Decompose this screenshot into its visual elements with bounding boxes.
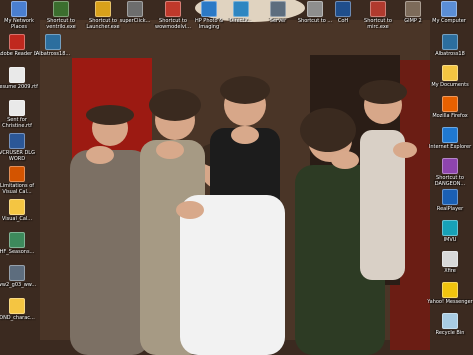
albatross-icon xyxy=(442,34,458,50)
desktop-icon-label: Sent for Christine.rtf xyxy=(2,117,32,129)
desktop-icon-label: Shortcut to DANGEON... xyxy=(434,175,466,187)
firefox-icon xyxy=(442,96,458,112)
adobe-reader-icon xyxy=(9,34,25,50)
desktop-icon-yahoo-messenger[interactable]: Yahoo! Messenger xyxy=(427,282,473,305)
desktop-icon-label: ww2_g03_ww... xyxy=(0,282,37,288)
my-computer-icon xyxy=(441,1,457,17)
desktop-icon-label: Recycle Bin xyxy=(435,330,465,336)
desktop-icon-label: Yahoo! Messenger xyxy=(427,299,473,305)
mirc-icon xyxy=(370,1,386,17)
desktop-icon-network-places[interactable]: My Network Places xyxy=(0,1,42,30)
desktop-icon-xfire[interactable]: Xfire xyxy=(427,251,473,274)
desktop-icon-word-document[interactable]: VCRUSER DLG WORD xyxy=(0,133,40,162)
desktop-icon-label: Albatross18 xyxy=(435,51,465,57)
desktop-icon-folder[interactable]: Visual_Cal... xyxy=(0,199,40,222)
dungeon-icon xyxy=(442,158,458,174)
desktop-icon-dungeon[interactable]: Shortcut to DANGEON... xyxy=(427,158,473,187)
desktop-icon-firefox[interactable]: Mozilla Firefox xyxy=(427,96,473,119)
desktop-icon-imvu[interactable]: IMVU xyxy=(427,220,473,243)
recycle-bin-icon xyxy=(442,313,458,329)
desktop-icon-label: Shortcut to ventrilo.exe xyxy=(46,18,76,30)
yahoo-messenger-icon xyxy=(442,282,458,298)
desktop-icon-label: Resume 2009.rtf xyxy=(0,84,38,90)
desktop-icon-label: RealPlayer xyxy=(436,206,464,212)
desktop-icon-label: My Computer xyxy=(432,18,466,24)
realplayer-icon xyxy=(442,189,458,205)
desktop-icon-label: Visual_Cal... xyxy=(1,216,33,222)
desktop-icon-ventrilo[interactable]: Shortcut to ventrilo.exe xyxy=(38,1,84,30)
desktop-icon-image[interactable]: HF_Seasons... xyxy=(0,232,40,255)
desktop-icon-label: My Network Places xyxy=(4,18,34,30)
desktop-icon-label: Internet Explorer xyxy=(428,144,472,150)
desktop-icon-label: DND_charac... xyxy=(0,315,35,321)
desktop-icon-rtf-document[interactable]: Resume 2009.rtf xyxy=(0,67,40,90)
document-icon xyxy=(9,166,25,182)
superclick-icon xyxy=(127,1,143,17)
gimp-icon xyxy=(405,1,421,17)
desktop-icon-label: Limitations of Visual Cal... xyxy=(0,183,35,195)
server-icon xyxy=(270,1,286,17)
desktop-icon-document[interactable]: Limitations of Visual Cal... xyxy=(0,166,40,195)
imvu-icon xyxy=(442,220,458,236)
desktop-icon-label: VCRUSER DLG WORD xyxy=(0,150,35,162)
desktop-icon-label: HF_Seasons... xyxy=(0,249,35,255)
desktop-icon-label: My Documents xyxy=(431,82,469,88)
desktop-icon-my-documents[interactable]: My Documents xyxy=(427,65,473,88)
my-documents-icon xyxy=(442,65,458,81)
ventrilo-icon xyxy=(53,1,69,17)
wowmodelviewer-icon xyxy=(165,1,181,17)
directx-icon xyxy=(233,1,249,17)
desktop-icon-albatross[interactable]: Albatross18... xyxy=(30,34,76,57)
folder-icon xyxy=(9,199,25,215)
xfire-icon xyxy=(442,251,458,267)
desktop-icon-internet-explorer[interactable]: Internet Explorer xyxy=(427,127,473,150)
desktop-icon-label: Xfire xyxy=(444,268,456,274)
desktop-icon-file[interactable]: ww2_g03_ww... xyxy=(0,265,40,288)
desktop-icon-label: IMVU xyxy=(443,237,457,243)
desktop-icon-recycle-bin[interactable]: Recycle Bin xyxy=(427,313,473,336)
file-icon xyxy=(9,265,25,281)
image-icon xyxy=(9,232,25,248)
network-places-icon xyxy=(11,1,27,17)
internet-explorer-icon xyxy=(442,127,458,143)
rtf-document-icon xyxy=(9,67,25,83)
word-document-icon xyxy=(9,133,25,149)
desktop-icon-rtf-document[interactable]: Sent for Christine.rtf xyxy=(0,100,40,129)
coh-icon xyxy=(335,1,351,17)
desktop-icon-albatross[interactable]: Albatross18 xyxy=(427,34,473,57)
desktop-icon-label: Albatross18... xyxy=(35,51,71,57)
desktop-icon-realplayer[interactable]: RealPlayer xyxy=(427,189,473,212)
folder-icon xyxy=(9,298,25,314)
desktop-icon-label: Mozilla Firefox xyxy=(432,113,468,119)
albatross-icon xyxy=(45,34,61,50)
hp-photo-icon xyxy=(201,1,217,17)
desktop-icon-folder[interactable]: DND_charac... xyxy=(0,298,40,321)
rtf-document-icon xyxy=(9,100,25,116)
launcher-icon xyxy=(95,1,111,17)
desktop-icon-my-computer[interactable]: My Computer xyxy=(426,1,472,24)
